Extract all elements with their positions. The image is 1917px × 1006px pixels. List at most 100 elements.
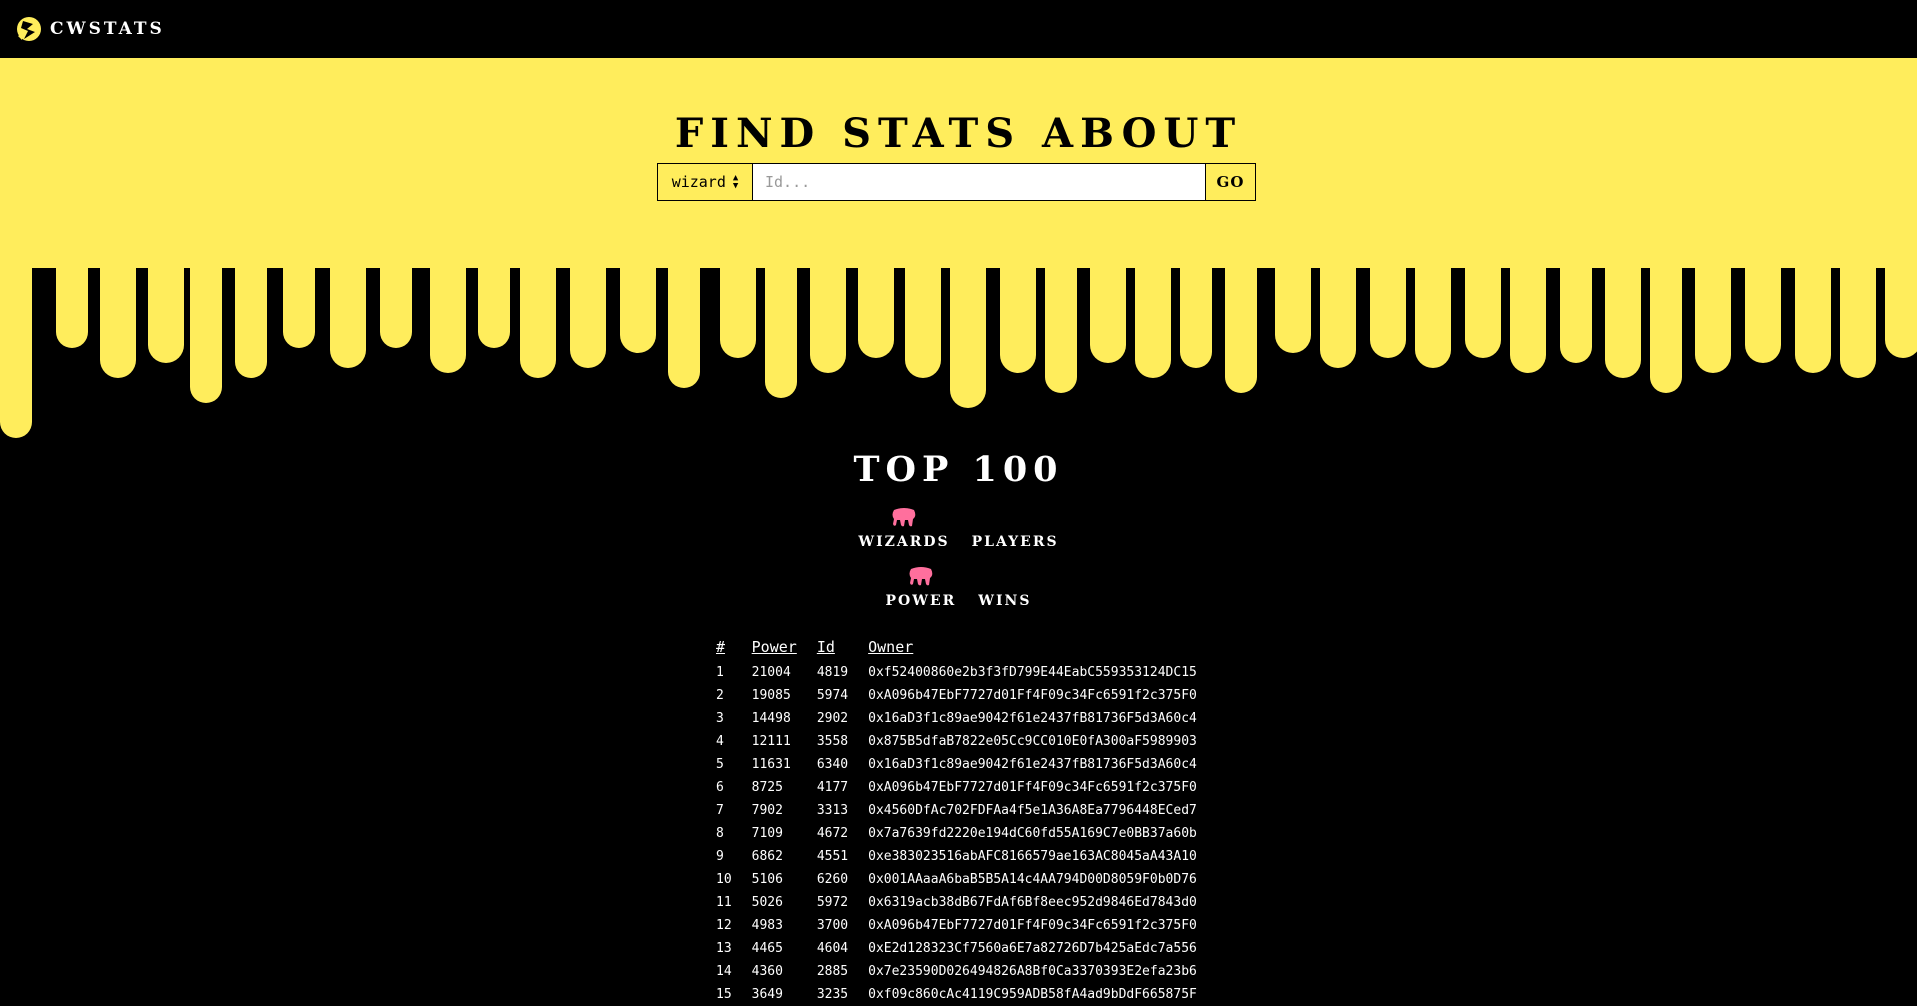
active-blob-icon	[892, 508, 916, 527]
rank-cell: 3	[716, 711, 724, 726]
id-cell: 2902	[816, 711, 849, 726]
owner-cell: 0xf09c860cAc4119C959ADB58fA4ad9bDdF66587…	[868, 987, 1197, 1002]
table-row[interactable]: 9 6862 4551 0xe383023516abAFC8166579ae163AC…	[711, 845, 1197, 868]
rank-cell: 6	[716, 780, 724, 795]
rank-cell: 12	[716, 918, 732, 933]
type-select-value: wizard	[671, 173, 726, 191]
power-cell: 12111	[751, 734, 791, 749]
power-cell: 6862	[751, 849, 783, 864]
tab-players[interactable]: PLAYERS	[972, 530, 1059, 550]
rank-cell: 7	[716, 803, 724, 818]
power-cell: 3649	[751, 987, 783, 1002]
table-row[interactable]: 5 11631 6340 0x16aD3f1c89ae9042f61e2437fB81…	[711, 753, 1197, 776]
owner-cell: 0xE2d128323Cf7560a6E7a82726D7b425aEdc7a5…	[868, 941, 1197, 956]
type-select[interactable]: wizard ▲ ▼	[658, 164, 753, 200]
power-cell: 7109	[751, 826, 783, 841]
owner-cell: 0x4560DfAc702FDFAa4f5e1A36A8Ea7796448ECe…	[868, 803, 1197, 818]
power-cell: 4983	[751, 918, 783, 933]
id-cell: 4177	[816, 780, 849, 795]
table-row[interactable]: 2 19085 5974 0xA096b47EbF7727d01Ff4F09c34Fc…	[711, 684, 1197, 707]
id-search-input[interactable]	[753, 164, 1205, 200]
tab-power[interactable]: POWER	[885, 567, 957, 609]
column-power[interactable]: Power	[747, 638, 812, 661]
table-row[interactable]: 7 7902 3313 0x4560DfAc702FDFAa4f5e1A36A8Ea7…	[711, 799, 1197, 822]
hero-title: FIND STATS ABOUT	[674, 110, 1243, 157]
table-row[interactable]: 11 5026 5972 0x6319acb38dB67FdAf6Bf8eec952d…	[711, 891, 1197, 914]
go-button[interactable]: GO	[1205, 164, 1255, 200]
select-arrows-icon: ▲ ▼	[732, 173, 739, 191]
owner-cell: 0xf52400860e2b3f3fD799E44EabC559353124DC…	[868, 665, 1197, 680]
owner-cell: 0x001AAaaA6baB5B5A14c4AA794D00D8059F0b0D…	[868, 872, 1197, 887]
owner-cell: 0x16aD3f1c89ae9042f61e2437fB81736F5d3A60…	[868, 711, 1197, 726]
tab-wizards[interactable]: WIZARDS	[858, 508, 950, 550]
brand-link[interactable]: CWSTATS	[14, 14, 165, 44]
id-cell: 4604	[816, 941, 849, 956]
table-row[interactable]: 15 3649 3235 0xf09c860cAc4119C959ADB58fA4ad…	[711, 983, 1197, 1006]
id-cell: 3235	[816, 987, 849, 1002]
rank-cell: 14	[716, 964, 732, 979]
table-row[interactable]: 13 4465 4604 0xE2d128323Cf7560a6E7a82726D7b…	[711, 937, 1197, 960]
search-bar: wizard ▲▼ GO	[657, 163, 1256, 201]
power-cell: 11631	[751, 757, 791, 772]
id-cell: 4819	[816, 665, 849, 680]
owner-cell: 0x16aD3f1c89ae9042f61e2437fB81736F5d3A60…	[868, 757, 1197, 772]
id-cell: 3700	[816, 918, 849, 933]
table-row[interactable]: 14 4360 2885 0x7e23590D026494826A8Bf0Ca3370…	[711, 960, 1197, 983]
owner-cell: 0x875B5dfaB7822e05Cc9CC010E0fA300aF59899…	[868, 734, 1197, 749]
id-cell: 5974	[816, 688, 849, 703]
power-cell: 7902	[751, 803, 783, 818]
id-cell: 3558	[816, 734, 849, 749]
tab-players-label: PLAYERS	[971, 534, 1059, 550]
power-cell: 21004	[751, 665, 791, 680]
tab-wizards-label: WIZARDS	[858, 534, 950, 550]
table-header-row: # Power Id Owner	[711, 638, 1197, 661]
top-100-title: TOP 100	[853, 449, 1064, 490]
power-cell: 4465	[751, 941, 783, 956]
navbar: CWSTATS	[0, 0, 1917, 58]
power-cell: 14498	[751, 711, 791, 726]
rank-cell: 1	[716, 665, 724, 680]
leaderboard-table: # Power Id Owner 1 21004 4819 0xf52400860e2…	[711, 638, 1197, 1006]
logo-icon	[17, 17, 41, 41]
table-row[interactable]: 10 5106 6260 0x001AAaaA6baB5B5A14c4AA794D00…	[711, 868, 1197, 891]
id-cell: 6340	[816, 757, 849, 772]
power-cell: 19085	[751, 688, 791, 703]
column-rank[interactable]: #	[711, 638, 747, 661]
power-cell: 5026	[751, 895, 783, 910]
leaderboard: # Power Id Owner 1 21004 4819 0xf52400860e2…	[711, 638, 1197, 1006]
rank-cell: 15	[716, 987, 732, 1002]
sort-tabs: POWER WINS	[0, 567, 1917, 609]
tab-wins[interactable]: WINS	[978, 589, 1031, 609]
owner-cell: 0xA096b47EbF7727d01Ff4F09c34Fc6591f2c375…	[868, 780, 1197, 795]
rank-cell: 4	[716, 734, 724, 749]
rank-cell: 9	[716, 849, 724, 864]
rank-cell: 2	[716, 688, 724, 703]
id-cell: 2885	[816, 964, 849, 979]
rank-cell: 5	[716, 757, 724, 772]
table-row[interactable]: 12 4983 3700 0xA096b47EbF7727d01Ff4F09c34Fc…	[711, 914, 1197, 937]
id-cell: 4672	[816, 826, 849, 841]
power-cell: 5106	[751, 872, 783, 887]
search-hero: FIND STATS ABOUT wizard ▲▼ GO	[0, 58, 1917, 248]
active-blob-icon	[909, 567, 933, 586]
column-id[interactable]: Id	[812, 638, 863, 661]
table-row[interactable]: 3 14498 2902 0x16aD3f1c89ae9042f61e2437fB81…	[711, 707, 1197, 730]
table-row[interactable]: 4 12111 3558 0x875B5dfaB7822e05Cc9CC010E0fA…	[711, 730, 1197, 753]
tab-power-label: POWER	[885, 593, 957, 609]
table-row[interactable]: 8 7109 4672 0x7a7639fd2220e194dC60fd55A169C…	[711, 822, 1197, 845]
rank-cell: 11	[716, 895, 732, 910]
owner-cell: 0x7a7639fd2220e194dC60fd55A169C7e0BB37a6…	[868, 826, 1197, 841]
slime-drips	[0, 248, 1917, 438]
id-cell: 6260	[816, 872, 849, 887]
power-cell: 4360	[751, 964, 783, 979]
owner-cell: 0x6319acb38dB67FdAf6Bf8eec952d9846Ed7843…	[868, 895, 1197, 910]
table-row[interactable]: 6 8725 4177 0xA096b47EbF7727d01Ff4F09c34Fc6…	[711, 776, 1197, 799]
power-cell: 8725	[751, 780, 783, 795]
id-cell: 3313	[816, 803, 849, 818]
brand-name: CWSTATS	[50, 19, 165, 39]
rank-cell: 13	[716, 941, 732, 956]
table-row[interactable]: 1 21004 4819 0xf52400860e2b3f3fD799E44EabC5…	[711, 661, 1197, 684]
id-cell: 5972	[816, 895, 849, 910]
owner-cell: 0xA096b47EbF7727d01Ff4F09c34Fc6591f2c375…	[868, 918, 1197, 933]
column-owner[interactable]: Owner	[863, 638, 1197, 661]
